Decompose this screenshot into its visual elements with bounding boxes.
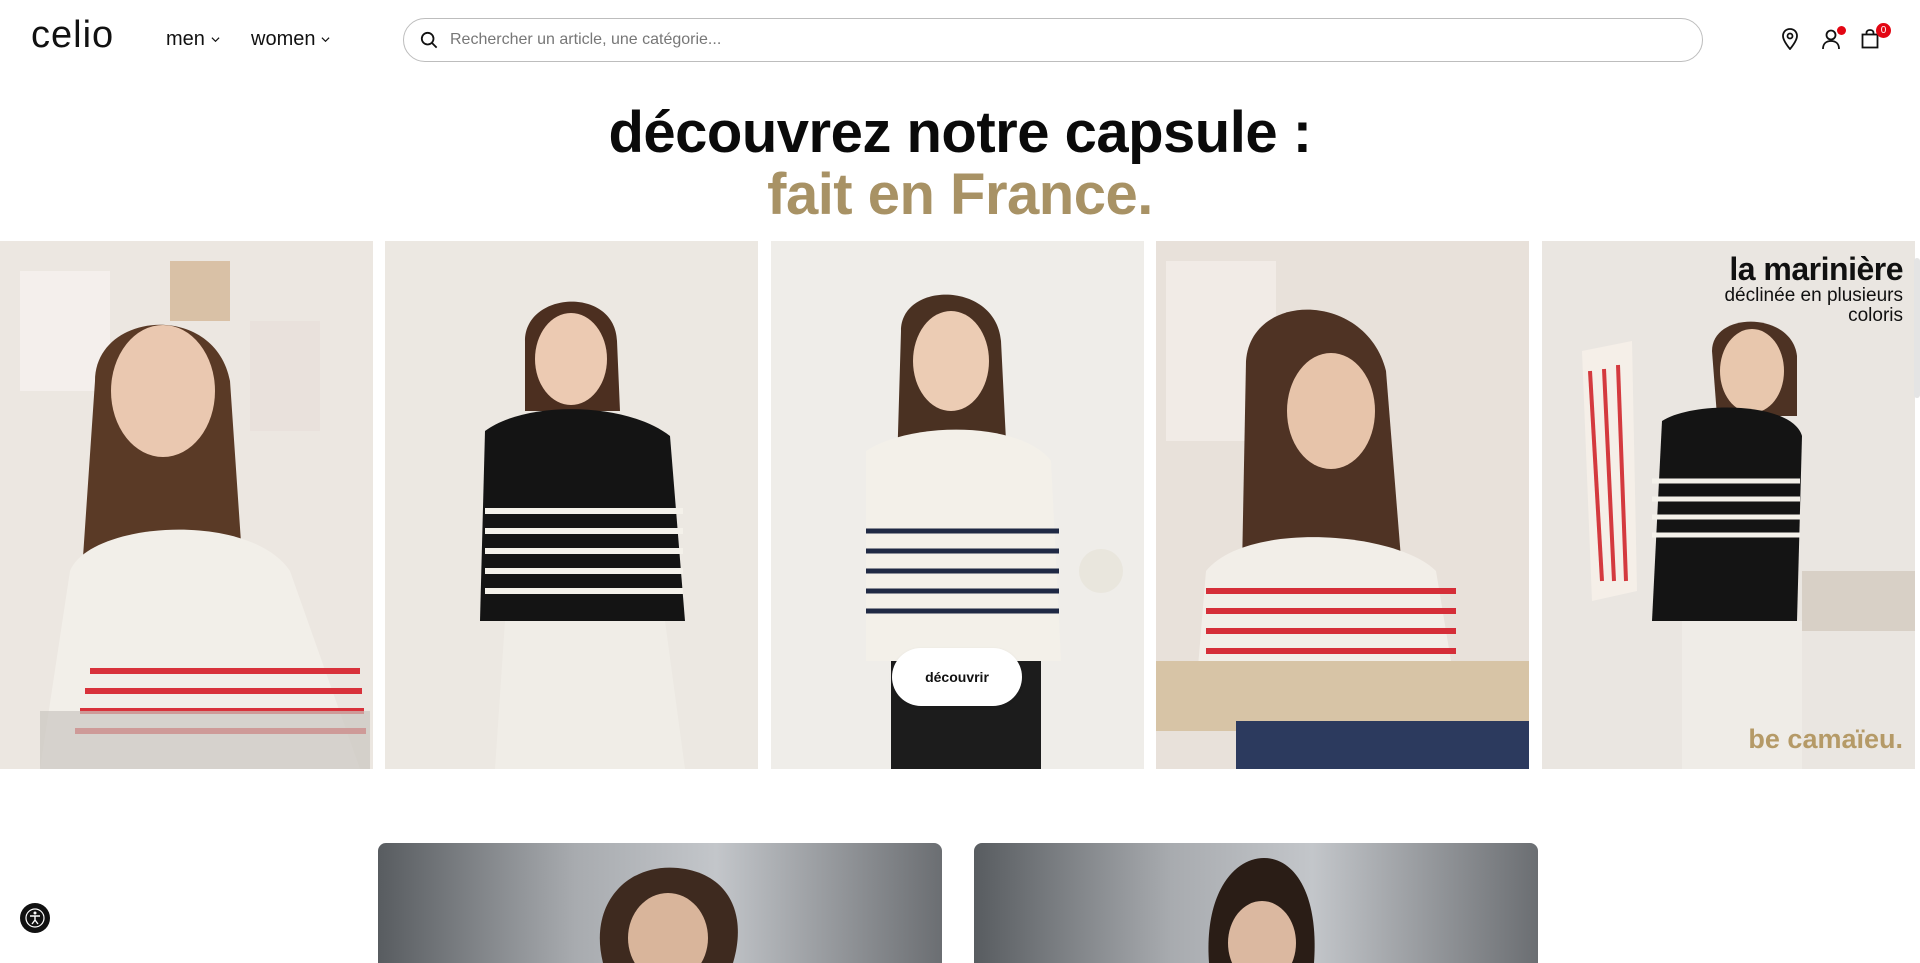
promo-photo[interactable]: la marinière déclinée en plusieurs color… bbox=[1542, 241, 1915, 769]
discover-button[interactable]: découvrir bbox=[892, 648, 1022, 706]
category-card[interactable] bbox=[378, 843, 942, 963]
chevron-down-icon bbox=[211, 37, 220, 43]
search-input[interactable] bbox=[448, 30, 1648, 50]
promo-subtitle: déclinée en plusieurs coloris bbox=[1724, 285, 1903, 326]
campaign-photo[interactable] bbox=[385, 241, 758, 769]
accessibility-button[interactable] bbox=[20, 903, 50, 933]
site-header: celio men women 0 bbox=[0, 0, 1920, 80]
cart-button[interactable]: 0 bbox=[1858, 23, 1891, 51]
carousel-scrollbar[interactable] bbox=[1914, 258, 1920, 398]
store-locator-button[interactable] bbox=[1778, 27, 1802, 51]
nav-women-label: women bbox=[251, 28, 316, 50]
promo-brand-mark: be camaïeu. bbox=[1748, 724, 1903, 754]
model-photo-image bbox=[599, 867, 738, 963]
chevron-down-icon bbox=[321, 37, 330, 43]
accessibility-icon bbox=[25, 908, 45, 928]
campaign-photo[interactable] bbox=[1156, 241, 1529, 769]
model-photo-image bbox=[385, 241, 758, 769]
nav-women[interactable]: women bbox=[251, 28, 330, 51]
search-bar[interactable] bbox=[403, 18, 1703, 62]
hero-subtitle: fait en France. bbox=[767, 162, 1153, 227]
search-icon bbox=[420, 31, 438, 49]
notification-dot bbox=[1837, 26, 1846, 35]
campaign-photo[interactable] bbox=[0, 241, 373, 769]
hero-title: découvrez notre capsule : bbox=[608, 100, 1312, 165]
model-photo-image bbox=[1208, 858, 1315, 963]
nav-men-label: men bbox=[166, 28, 205, 50]
category-card[interactable] bbox=[974, 843, 1538, 963]
location-icon bbox=[1782, 28, 1798, 50]
celio-logo[interactable]: celio bbox=[31, 14, 114, 57]
promo-title: la marinière bbox=[1729, 251, 1903, 287]
model-photo-image bbox=[0, 241, 373, 769]
account-button[interactable] bbox=[1819, 26, 1846, 51]
cart-count-badge: 0 bbox=[1876, 23, 1891, 38]
model-photo-image bbox=[1156, 241, 1529, 769]
nav-men[interactable]: men bbox=[166, 28, 220, 51]
